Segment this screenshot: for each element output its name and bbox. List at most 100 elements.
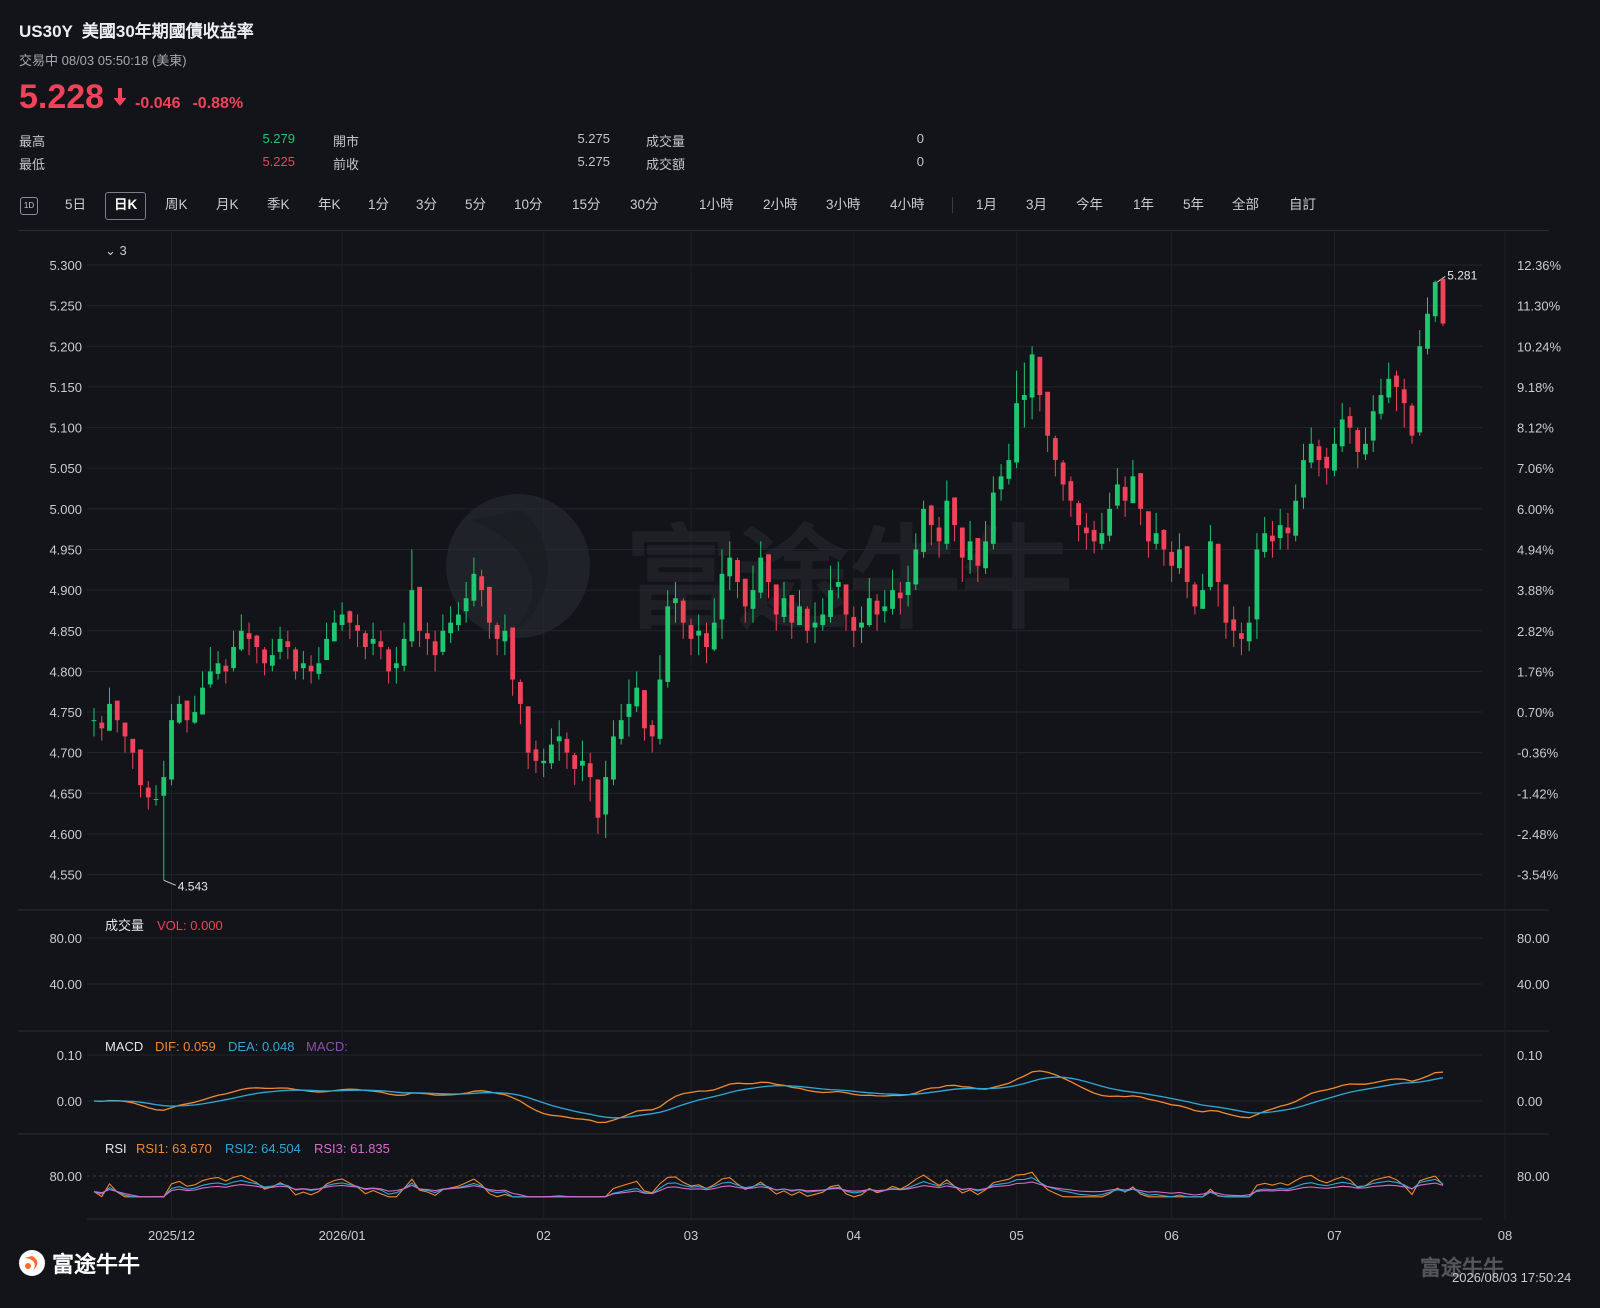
candle-body [851, 616, 857, 631]
candle-body [331, 622, 337, 642]
volume-tick-label: 80.00 [49, 931, 82, 946]
candle-body [564, 738, 570, 753]
candle-body [1277, 525, 1283, 539]
candle-body [642, 690, 647, 729]
y-tick-label: 5.150 [49, 380, 82, 395]
candle-body [1184, 546, 1190, 582]
snapshot-timestamp: 2026/08/03 17:50:24 [1452, 1270, 1572, 1285]
candle-body [1440, 278, 1446, 324]
x-tick-label: 08 [1498, 1228, 1512, 1243]
min-value-label: 4.543 [178, 879, 208, 893]
chart-canvas[interactable]: 富途牛牛 5.300 12.36% 5.250 11.30% 5.200 10.24% 5.… [0, 0, 1600, 1308]
candle-body [262, 649, 267, 664]
x-tick-label: 03 [684, 1228, 698, 1243]
candle-body [541, 760, 547, 764]
pct-tick-label: 6.00% [1517, 502, 1554, 517]
macd-hist-label: MACD: [306, 1039, 348, 1054]
rsi-tick-label: 80.00 [49, 1169, 82, 1184]
candle-body [324, 638, 329, 661]
candle-body [688, 625, 694, 639]
candle-body [742, 578, 748, 607]
candle-body [704, 633, 709, 648]
candle-body [657, 679, 663, 739]
candle-body [1192, 584, 1198, 607]
candle-body [1301, 460, 1306, 498]
macd-panel-title: MACD [105, 1039, 143, 1054]
candle-body [246, 633, 252, 639]
x-tick-label: 2026/01 [319, 1228, 366, 1243]
candle-body [696, 630, 702, 636]
pct-tick-label: 11.30% [1517, 299, 1561, 314]
y-tick-label: 5.100 [49, 421, 82, 436]
candle-body [1394, 375, 1399, 387]
rsi-panel-title: RSI [105, 1141, 127, 1156]
candle-body [1068, 481, 1074, 501]
candle-body [1045, 391, 1051, 436]
candle-body [409, 590, 415, 642]
candle-body [479, 576, 485, 591]
candle-body [983, 541, 988, 569]
candle-body [1246, 622, 1252, 642]
candle-body [1254, 549, 1260, 620]
candle-body [874, 600, 880, 615]
candle-body [1293, 500, 1299, 536]
candle-body [1091, 529, 1097, 542]
candle-body [1432, 282, 1438, 317]
candle-body [1083, 527, 1089, 534]
y-tick-label: 5.200 [49, 339, 82, 354]
candle-body [347, 611, 353, 623]
candle-body [781, 598, 787, 617]
macd-dif-line [93, 1070, 1444, 1124]
candle-body [1200, 590, 1206, 609]
candle-body [843, 584, 849, 615]
candle-body [293, 649, 298, 672]
candle-body [1176, 549, 1182, 569]
candle-body [611, 736, 616, 780]
candle-body [595, 779, 601, 818]
pct-tick-label: 10.24% [1517, 339, 1562, 354]
candle-body [859, 622, 864, 628]
x-tick-label: 02 [536, 1228, 550, 1243]
panel-labels: ⌄ 3 成交量 VOL: 0.000 MACD DIF: 0.059 DEA: … [105, 243, 390, 1156]
candle-body [215, 663, 221, 674]
pct-tick-label: 4.94% [1517, 542, 1554, 557]
candle-body [463, 598, 469, 612]
candle-body [99, 722, 105, 729]
candle-body [440, 630, 446, 652]
candle-body [176, 703, 182, 723]
candle-body [952, 497, 957, 526]
candle-body [145, 787, 151, 798]
candle-body [1270, 535, 1275, 542]
candle-body [107, 703, 112, 731]
candle-body [192, 712, 198, 723]
candle-body [533, 749, 539, 761]
candle-body [200, 687, 205, 715]
candle-body [300, 663, 306, 669]
macd-dif-label: DIF: 0.059 [155, 1039, 216, 1054]
candle-body [1161, 529, 1167, 550]
candle-body [618, 720, 624, 739]
candle-body [1107, 508, 1113, 536]
candle-body [1425, 313, 1430, 349]
candle-body [1262, 533, 1268, 552]
x-tick-label: 04 [847, 1228, 861, 1243]
y-tick-label: 5.300 [49, 258, 82, 273]
candle-body [1029, 354, 1035, 398]
volume-value-label: VOL: 0.000 [157, 918, 223, 933]
main-collapse-toggle[interactable]: ⌄ 3 [105, 243, 127, 258]
candle-body [161, 777, 167, 796]
candle-body [587, 763, 593, 778]
candle-body [603, 777, 609, 815]
candle-body [525, 706, 531, 753]
pct-tick-label: -1.42% [1517, 786, 1559, 801]
y-tick-label: 5.050 [49, 461, 82, 476]
brand-logo: 富途牛牛 [18, 1248, 140, 1278]
candle-body [905, 581, 911, 595]
pct-tick-label: -0.36% [1517, 746, 1559, 761]
candle-body [828, 590, 833, 617]
candle-body [758, 557, 764, 593]
candle-body [634, 687, 640, 707]
candle-body [866, 598, 872, 626]
candle-body [238, 630, 244, 650]
candle-body [967, 541, 973, 561]
